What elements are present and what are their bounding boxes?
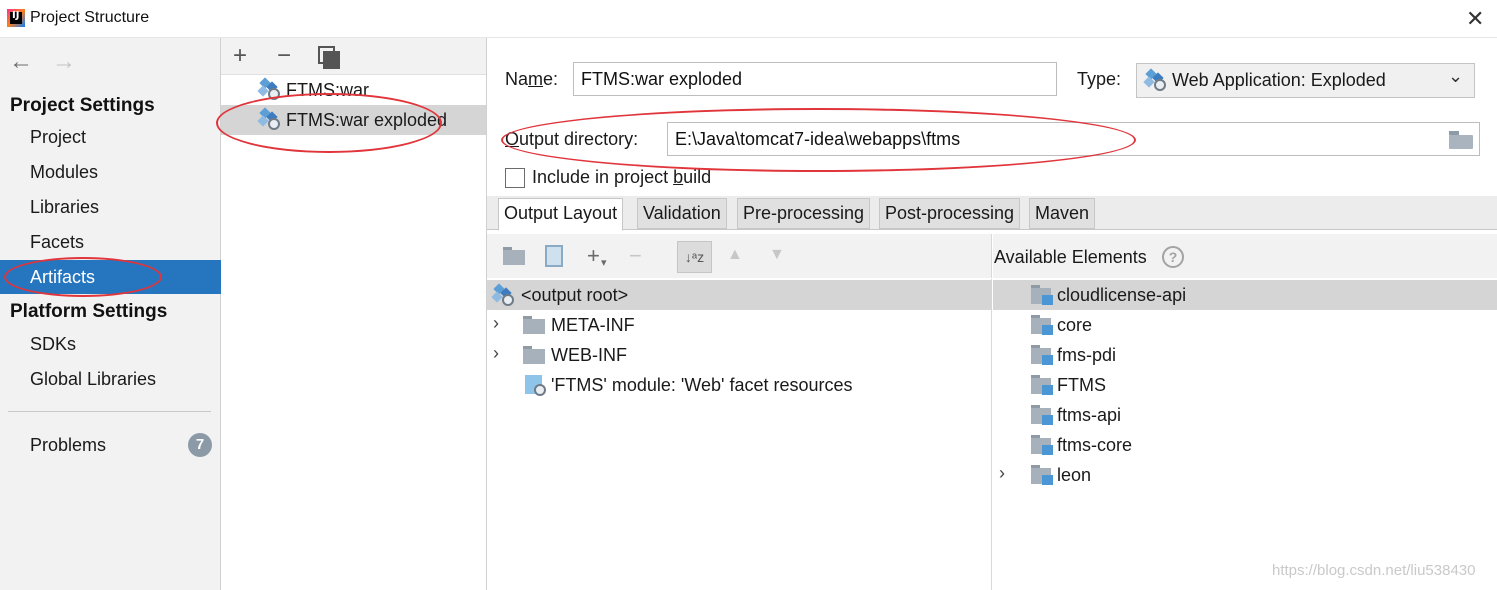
folder-label: META-INF: [551, 315, 635, 335]
intellij-logo-icon: IJ: [7, 9, 25, 27]
artifact-item[interactable]: FTMS:war: [221, 75, 486, 105]
back-arrow-icon[interactable]: ←: [9, 48, 33, 76]
include-in-build-checkbox[interactable]: [505, 168, 525, 188]
artifact-label: FTMS:war exploded: [286, 110, 448, 130]
include-in-build-label: Include in project build: [532, 167, 712, 187]
module-folder-icon: [1031, 465, 1055, 485]
forward-arrow-icon[interactable]: →: [52, 48, 76, 76]
move-down-icon[interactable]: ▼: [769, 246, 785, 264]
output-directory-field[interactable]: E:\Java\tomcat7-idea\webapps\ftms: [667, 122, 1480, 156]
sidebar-item-artifacts[interactable]: Artifacts: [0, 260, 221, 294]
module-label: ftms-api: [1057, 405, 1122, 425]
module-label: FTMS: [1057, 375, 1106, 395]
browse-folder-icon[interactable]: [1449, 131, 1474, 149]
available-item[interactable]: ftms-api: [993, 400, 1497, 430]
move-up-icon[interactable]: ▲: [727, 246, 743, 264]
module-label: leon: [1057, 465, 1092, 485]
artifact-name-field[interactable]: FTMS:war exploded: [573, 62, 1057, 96]
tree-row-output-root[interactable]: <output root>: [487, 280, 992, 310]
type-label: Type:: [1077, 69, 1122, 89]
tab-validation[interactable]: Validation: [637, 198, 727, 229]
web-artifact-icon: [257, 107, 281, 131]
sidebar-item-libraries[interactable]: Libraries: [0, 190, 221, 224]
remove-artifact-icon[interactable]: −: [277, 44, 291, 68]
copy-icon[interactable]: [318, 46, 340, 69]
web-artifact-icon: [1143, 68, 1167, 92]
module-folder-icon: [1031, 285, 1055, 305]
module-label: fms-pdi: [1057, 345, 1117, 365]
help-icon[interactable]: ?: [1162, 246, 1184, 268]
artifacts-toolbar: + −: [221, 38, 486, 75]
sidebar-item-facets[interactable]: Facets: [0, 225, 221, 259]
window-title: Project Structure: [30, 9, 150, 26]
chevron-down-icon[interactable]: ⌄: [1448, 66, 1463, 87]
artifact-type-value: Web Application: Exploded: [1172, 70, 1386, 90]
new-directory-icon[interactable]: [503, 247, 525, 265]
expand-arrow-icon[interactable]: ›: [999, 463, 1005, 484]
add-artifact-icon[interactable]: +: [233, 44, 247, 68]
tree-row-web-inf[interactable]: WEB-INF: [487, 340, 992, 370]
dropdown-small-icon[interactable]: ▾: [601, 256, 607, 269]
module-label: cloudlicense-api: [1057, 285, 1187, 305]
tree-row-meta-inf[interactable]: META-INF: [487, 310, 992, 340]
available-elements-title: Available Elements: [994, 247, 1147, 267]
module-label: ftms-core: [1057, 435, 1133, 455]
artifact-label: FTMS:war: [286, 80, 369, 100]
settings-sidebar: ← → Project Settings Project Modules Lib…: [0, 38, 221, 590]
expand-arrow-icon[interactable]: ›: [493, 313, 499, 334]
available-item[interactable]: core: [993, 310, 1497, 340]
artifact-item[interactable]: FTMS:war exploded: [221, 105, 486, 135]
tab-output-layout[interactable]: Output Layout: [498, 198, 624, 231]
artifact-type-select[interactable]: Web Application: Exploded: [1136, 63, 1475, 98]
archive-icon[interactable]: [545, 245, 563, 267]
folder-icon: [523, 346, 545, 364]
output-root-label: <output root>: [521, 285, 629, 305]
sidebar-item-modules[interactable]: Modules: [0, 155, 221, 189]
folder-icon: [523, 316, 545, 334]
available-item[interactable]: cloudlicense-api: [993, 280, 1497, 310]
expand-arrow-icon[interactable]: ›: [493, 343, 499, 364]
tab-maven[interactable]: Maven: [1029, 198, 1096, 229]
facet-resources-label: 'FTMS' module: 'Web' facet resources: [551, 375, 853, 395]
watermark-text: https://blog.csdn.net/liu538430: [1272, 562, 1476, 579]
module-folder-icon: [1031, 315, 1055, 335]
artifacts-list-pane: + − FTMS:war FTMS:war exploded: [221, 38, 487, 590]
title-bar: IJ Project Structure ✕: [0, 0, 1497, 38]
sort-alphabetically-icon[interactable]: ↓ᵃz: [677, 241, 712, 273]
available-item[interactable]: ftms-core: [993, 430, 1497, 460]
module-folder-icon: [1031, 375, 1055, 395]
output-directory-label: Output directory:: [505, 129, 639, 149]
tab-post-processing[interactable]: Post-processing: [879, 198, 1021, 229]
module-folder-icon: [1031, 345, 1055, 365]
web-artifact-icon: [257, 77, 281, 101]
available-item[interactable]: leon: [993, 460, 1497, 490]
close-icon[interactable]: ✕: [1466, 6, 1484, 32]
project-settings-heading: Project Settings: [10, 95, 155, 116]
name-label: Name:: [505, 69, 559, 89]
sidebar-item-global-libraries[interactable]: Global Libraries: [0, 362, 221, 396]
module-folder-icon: [1031, 435, 1055, 455]
folder-label: WEB-INF: [551, 345, 627, 365]
tree-row-facet-resources[interactable]: 'FTMS' module: 'Web' facet resources: [487, 370, 992, 400]
available-item[interactable]: FTMS: [993, 370, 1497, 400]
web-artifact-icon: [491, 283, 515, 307]
platform-settings-heading: Platform Settings: [10, 301, 168, 322]
web-resource-icon: [525, 375, 547, 397]
tab-pre-processing[interactable]: Pre-processing: [737, 198, 871, 229]
sidebar-item-project[interactable]: Project: [0, 120, 221, 154]
remove-icon[interactable]: −: [629, 243, 642, 269]
sidebar-divider: [8, 411, 211, 412]
available-item[interactable]: fms-pdi: [993, 340, 1497, 370]
module-label: core: [1057, 315, 1093, 335]
sidebar-item-sdks[interactable]: SDKs: [0, 327, 221, 361]
problems-count-badge: 7: [188, 433, 212, 457]
module-folder-icon: [1031, 405, 1055, 425]
add-icon[interactable]: +: [587, 243, 600, 269]
